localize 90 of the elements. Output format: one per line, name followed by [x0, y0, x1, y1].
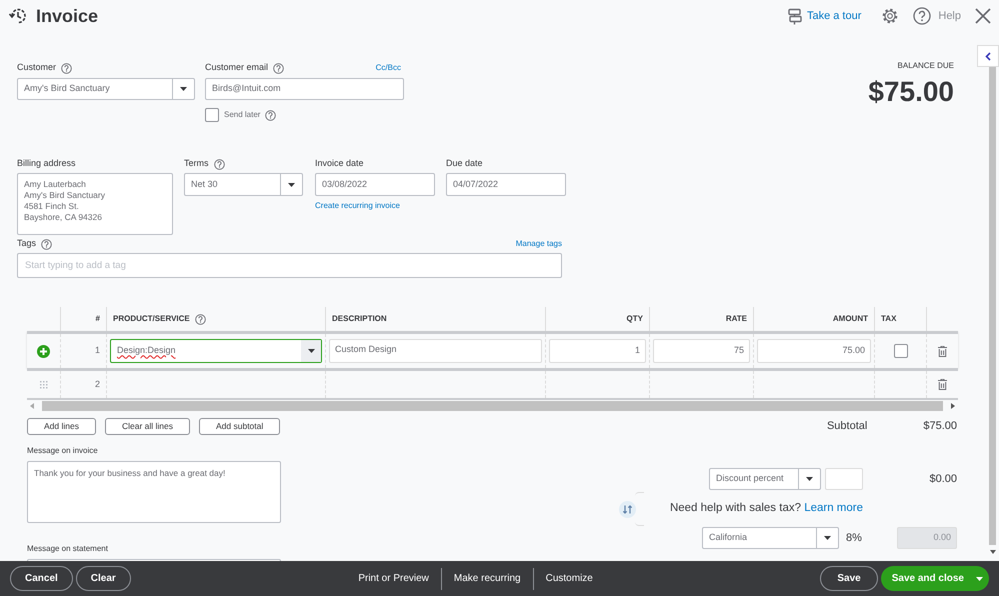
help-icon[interactable] [194, 314, 206, 324]
bracket-line [634, 492, 644, 526]
subtotal-label: Subtotal [826, 419, 868, 434]
quantity-field[interactable]: 1 [549, 339, 646, 363]
column-header: QTY [626, 313, 643, 325]
field-label: Invoice date [315, 157, 364, 170]
help-icon[interactable] [273, 62, 284, 74]
caret-icon [976, 576, 983, 580]
page-title: Invoice [36, 4, 98, 28]
caret-icon [288, 182, 295, 186]
field-label: Billing address [17, 157, 76, 170]
manage-tags-link[interactable]: Manage tags [516, 238, 562, 250]
action-button[interactable]: Clear all lines [104, 418, 190, 435]
amount-field[interactable]: 75.00 [757, 339, 871, 363]
rate-field[interactable]: 75 [653, 339, 750, 363]
settings-icon[interactable] [881, 7, 900, 25]
field-label: Customer [17, 61, 56, 74]
help-icon[interactable] [41, 238, 52, 250]
column-header: TAX [881, 313, 896, 325]
email-field[interactable]: Birds@Intuit.com [205, 78, 404, 100]
learn-more-link[interactable]: Learn more [804, 502, 863, 514]
sales-tax-help-text: Need help with sales tax? Learn more [670, 501, 863, 516]
scroll-down-arrow-icon[interactable] [990, 550, 996, 554]
cc-bcc-link[interactable]: Cc/Bcc [376, 62, 401, 74]
drag-handle-icon[interactable] [40, 380, 48, 388]
checkbox-label: Send later [224, 109, 260, 121]
add-icon[interactable] [37, 344, 50, 358]
scrollbar[interactable] [989, 67, 996, 545]
footer-button[interactable]: Cancel [10, 566, 73, 591]
row-number: 1 [94, 344, 100, 358]
field-label: Message on invoice [27, 445, 99, 457]
description-field[interactable]: Custom Design [329, 339, 542, 363]
column-header: AMOUNT [832, 313, 868, 325]
product-select[interactable]: Design:Design [110, 339, 322, 363]
signpost-icon[interactable] [786, 8, 803, 24]
checkbox[interactable] [205, 108, 219, 122]
field-label: Customer email [205, 61, 268, 74]
chevron-left-icon [985, 52, 991, 60]
customer-select[interactable]: Amy's Bird Sanctuary [17, 78, 195, 100]
footer-link[interactable]: Customize [546, 571, 593, 586]
tag-field[interactable]: Start typing to add a tag [17, 253, 562, 278]
help-icon[interactable] [61, 62, 72, 74]
footer-link[interactable]: Make recurring [454, 571, 521, 586]
tax-rate: 8% [846, 530, 863, 546]
horizontal-scrollbar[interactable] [42, 400, 943, 410]
help-icon[interactable] [913, 7, 932, 25]
address-field[interactable]: Amy Lauterbach Amy's Bird Sanctuary 4581 Finch St. Bayshore, CA 94326 [17, 173, 173, 235]
tour-link[interactable]: Take a tour [806, 8, 862, 24]
terms-select[interactable]: Net 30 [184, 173, 303, 196]
trash-icon[interactable] [938, 346, 947, 356]
caret-icon [308, 349, 314, 353]
help-icon[interactable] [265, 110, 276, 120]
row-number: 2 [94, 378, 100, 391]
column-header: RATE [726, 313, 747, 325]
tax-rate-select[interactable]: California [702, 527, 839, 549]
help-icon[interactable] [214, 158, 224, 170]
history-icon [8, 6, 28, 26]
discount-field[interactable] [825, 468, 863, 490]
recurring-invoice-link[interactable]: Create recurring invoice [315, 200, 435, 212]
discount-select[interactable]: Discount percent [709, 468, 821, 490]
caret-icon [806, 477, 813, 481]
date-field[interactable]: 04/07/2022 [446, 173, 566, 196]
scroll-right-arrow-icon[interactable] [951, 402, 955, 408]
date-field[interactable]: 03/08/2022 [315, 173, 435, 196]
field-label: Due date [446, 157, 483, 170]
action-button[interactable]: Add subtotal [199, 418, 280, 435]
footer-link[interactable]: Print or Preview [358, 571, 429, 586]
collapse-tab[interactable] [977, 45, 999, 67]
message-field[interactable]: Thank you for your business and have a great day! [27, 461, 281, 523]
trash-icon[interactable] [938, 379, 947, 390]
close-icon[interactable] [974, 7, 992, 25]
checkbox[interactable] [894, 344, 908, 358]
swap-arrows-icon[interactable] [618, 500, 636, 518]
column-header: PRODUCT/SERVICE [113, 313, 190, 325]
field-label: Tags [17, 237, 36, 250]
save-and-close-button[interactable]: Save and close [880, 566, 989, 591]
column-header: # [96, 313, 100, 325]
caret-icon [180, 87, 187, 91]
footer-button[interactable]: Clear [76, 566, 131, 591]
help-link[interactable]: Help [938, 8, 961, 24]
balance-label: BALANCE DUE [898, 60, 954, 72]
caret-icon [824, 536, 831, 540]
field-label: Terms [184, 157, 208, 170]
field-label: Message on statement [27, 543, 109, 555]
subtotal-amount: $75.00 [923, 419, 957, 434]
save-button[interactable]: Save [820, 566, 878, 591]
column-header: DESCRIPTION [332, 313, 387, 325]
discount-amount: $0.00 [928, 472, 957, 487]
action-button[interactable]: Add lines [27, 418, 96, 435]
balance-amount: $75.00 [868, 76, 954, 108]
